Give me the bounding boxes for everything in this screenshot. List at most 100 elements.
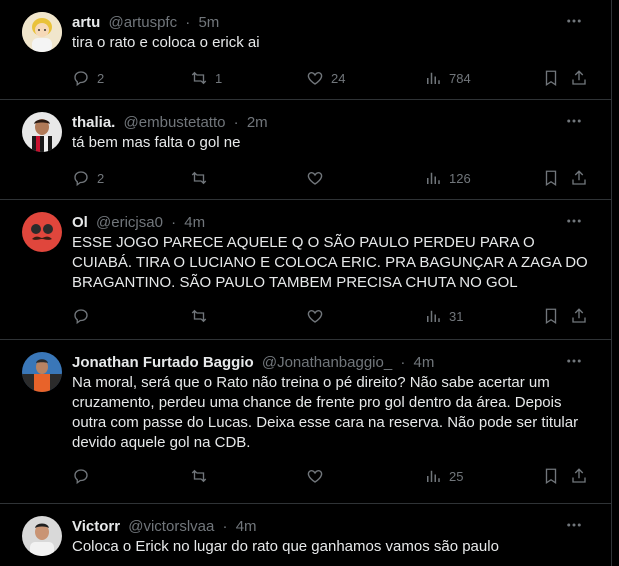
separator: ·	[185, 14, 191, 31]
like-button[interactable]	[306, 168, 331, 188]
handle[interactable]: @victorslvaa	[128, 518, 214, 535]
heart-icon	[307, 72, 323, 85]
heart-icon	[307, 310, 323, 323]
tweet-text: tira o rato e coloca o erick ai	[72, 34, 260, 51]
handle[interactable]: @ericjsa0	[96, 214, 163, 231]
like-count: 24	[331, 70, 346, 86]
views-button[interactable]: 126	[424, 168, 471, 188]
more-icon[interactable]	[565, 516, 583, 534]
more-icon[interactable]	[565, 212, 583, 230]
like-button[interactable]	[306, 466, 331, 486]
tweet-header: artu @artuspfc · 5m	[72, 13, 219, 33]
bookmark-button[interactable]	[542, 466, 560, 486]
display-name[interactable]: Victorr	[72, 518, 120, 535]
avatar[interactable]	[22, 12, 62, 52]
tweet-header: Ol @ericjsa0 · 4m	[72, 213, 205, 233]
reply-icon	[74, 469, 88, 485]
more-icon[interactable]	[565, 112, 583, 130]
views-icon	[427, 470, 440, 482]
separator: ·	[171, 214, 177, 231]
share-icon	[572, 468, 586, 483]
more-icon[interactable]	[565, 12, 583, 30]
like-button[interactable]: 24	[306, 68, 345, 88]
timestamp[interactable]: 5m	[198, 14, 219, 31]
retweet-count: 1	[215, 70, 223, 86]
tweet-header: thalia. @embustetatto · 2m	[72, 113, 268, 133]
separator: ·	[233, 114, 239, 131]
avatar-image	[22, 212, 62, 252]
avatar[interactable]	[22, 112, 62, 152]
reply-feed: artu @artuspfc · 5m tira o rato e coloca…	[0, 0, 612, 566]
handle[interactable]: @artuspfc	[109, 14, 178, 31]
heart-icon	[307, 470, 323, 483]
reply-icon	[74, 309, 88, 325]
avatar[interactable]	[22, 352, 62, 392]
more-icon[interactable]	[565, 352, 583, 370]
tweet[interactable]: Jonathan Furtado Baggio @Jonathanbaggio_…	[0, 340, 611, 504]
display-name[interactable]: artu	[72, 14, 100, 31]
avatar-image	[22, 112, 62, 152]
tweet-text: Na moral, será que o Rato não treina o p…	[72, 374, 579, 451]
retweet-icon	[191, 469, 207, 483]
share-button[interactable]	[570, 306, 588, 326]
tweet-header: Jonathan Furtado Baggio @Jonathanbaggio_…	[72, 353, 434, 373]
retweet-icon	[191, 71, 207, 85]
bookmark-button[interactable]	[542, 306, 560, 326]
bookmark-button[interactable]	[542, 68, 560, 88]
retweet-button[interactable]	[190, 306, 215, 326]
bookmark-button[interactable]	[542, 168, 560, 188]
tweet[interactable]: Ol @ericjsa0 · 4m ESSE JOGO PARECE AQUEL…	[0, 200, 611, 340]
views-icon	[427, 72, 440, 84]
share-icon	[572, 70, 586, 85]
bookmark-icon	[545, 170, 557, 187]
views-count: 25	[449, 468, 464, 484]
bookmark-icon	[545, 308, 557, 325]
tweet[interactable]: artu @artuspfc · 5m tira o rato e coloca…	[0, 0, 611, 100]
tweet-actions: 2 1 24 784	[72, 68, 592, 88]
tweet-header: Victorr @victorslvaa · 4m	[72, 517, 257, 537]
handle[interactable]: @embustetatto	[124, 114, 226, 131]
display-name[interactable]: thalia.	[72, 114, 115, 131]
heart-icon	[307, 172, 323, 185]
tweet-text: ESSE JOGO PARECE AQUELE Q O SÃO PAULO PE…	[72, 234, 588, 291]
timestamp[interactable]: 4m	[236, 518, 257, 535]
views-button[interactable]: 784	[424, 68, 471, 88]
retweet-icon	[191, 171, 207, 185]
avatar-image	[22, 352, 62, 392]
reply-button[interactable]: 2	[72, 68, 104, 88]
share-button[interactable]	[570, 168, 588, 188]
like-button[interactable]	[306, 306, 331, 326]
retweet-button[interactable]	[190, 466, 215, 486]
tweet[interactable]: thalia. @embustetatto · 2m tá bem mas fa…	[0, 100, 611, 200]
tweet-actions: 2 126	[72, 168, 592, 188]
separator: ·	[400, 354, 406, 371]
share-icon	[572, 170, 586, 185]
share-button[interactable]	[570, 466, 588, 486]
views-count: 784	[449, 70, 471, 86]
retweet-button[interactable]	[190, 168, 215, 188]
reply-button[interactable]	[72, 466, 97, 486]
bookmark-icon	[545, 468, 557, 485]
tweet-actions: 25	[72, 466, 592, 486]
display-name[interactable]: Jonathan Furtado Baggio	[72, 354, 254, 371]
retweet-button[interactable]: 1	[190, 68, 222, 88]
views-button[interactable]: 31	[424, 306, 463, 326]
timestamp[interactable]: 4m	[414, 354, 435, 371]
views-count: 31	[449, 308, 464, 324]
avatar[interactable]	[22, 212, 62, 252]
bookmark-icon	[545, 70, 557, 87]
handle[interactable]: @Jonathanbaggio_	[262, 354, 392, 371]
tweet[interactable]: Victorr @victorslvaa · 4m Coloca o Erick…	[0, 504, 611, 566]
reply-button[interactable]: 2	[72, 168, 104, 188]
share-icon	[572, 308, 586, 323]
views-button[interactable]: 25	[424, 466, 463, 486]
share-button[interactable]	[570, 68, 588, 88]
tweet-text: Coloca o Erick no lugar do rato que ganh…	[72, 538, 499, 555]
timestamp[interactable]: 4m	[184, 214, 205, 231]
display-name[interactable]: Ol	[72, 214, 88, 231]
reply-count: 2	[97, 170, 105, 186]
timestamp[interactable]: 2m	[247, 114, 268, 131]
views-count: 126	[449, 170, 471, 186]
avatar[interactable]	[22, 516, 62, 556]
reply-button[interactable]	[72, 306, 97, 326]
